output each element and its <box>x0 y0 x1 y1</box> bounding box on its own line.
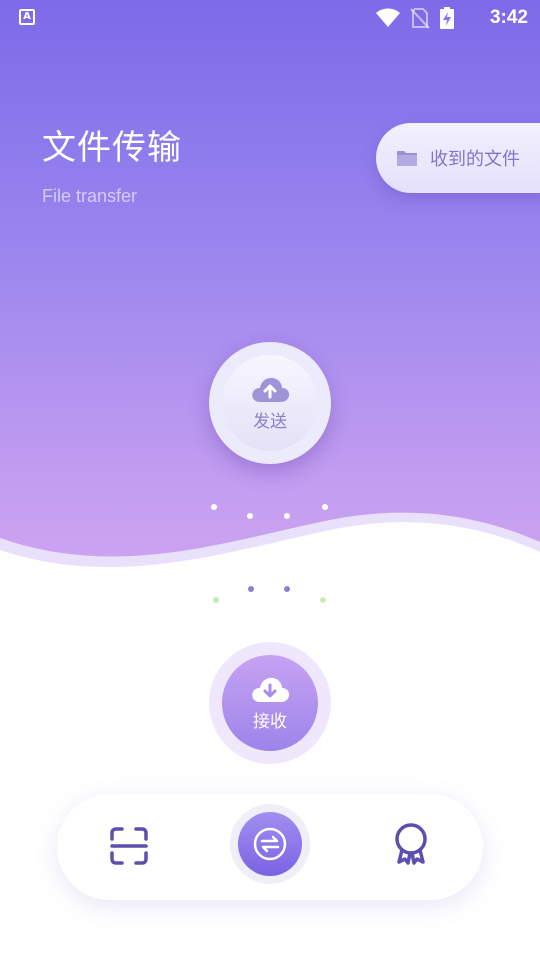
send-label: 发送 <box>253 411 287 432</box>
no-sim-icon <box>410 8 430 29</box>
status-bar: A 3:42 <box>0 0 540 36</box>
medal-icon[interactable] <box>391 822 431 866</box>
transfer-dot <box>213 597 219 603</box>
swap-arrows-icon <box>253 827 287 861</box>
wifi-icon <box>376 8 400 27</box>
send-button[interactable]: 发送 <box>209 342 331 464</box>
transfer-dot <box>248 586 254 592</box>
transfer-nav-inner <box>238 812 302 876</box>
receive-button-inner: 接收 <box>222 655 318 751</box>
status-icons <box>376 7 454 29</box>
received-files-button[interactable]: 收到的文件 <box>376 123 540 193</box>
transfer-dot <box>284 513 290 519</box>
transfer-dot <box>247 513 253 519</box>
wave-divider <box>0 512 540 640</box>
page-subtitle: File transfer <box>42 186 138 206</box>
transfer-nav-button[interactable] <box>230 804 310 884</box>
transfer-dot <box>320 597 326 603</box>
scan-icon[interactable] <box>109 826 149 866</box>
battery-charging-icon <box>440 7 454 29</box>
transfer-dot <box>211 504 217 510</box>
app-notification-icon: A <box>19 9 35 25</box>
send-button-inner: 发送 <box>222 355 318 451</box>
page-title: 文件传输 <box>42 128 182 168</box>
cloud-upload-icon <box>252 377 290 402</box>
folder-icon <box>397 151 417 166</box>
bottom-nav <box>57 794 483 900</box>
transfer-dot <box>322 504 328 510</box>
status-time: 3:42 <box>489 7 528 28</box>
transfer-dot <box>284 586 290 592</box>
received-files-label: 收到的文件 <box>430 149 520 170</box>
cloud-download-icon <box>252 677 290 702</box>
receive-label: 接收 <box>253 711 287 732</box>
receive-button[interactable]: 接收 <box>209 642 331 764</box>
